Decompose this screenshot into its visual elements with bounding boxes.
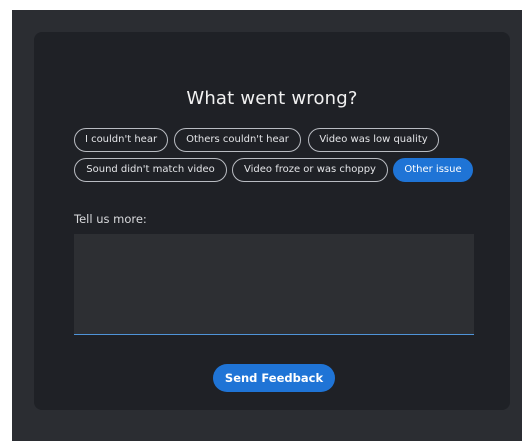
option-couldnt-hear[interactable]: I couldn't hear [74, 128, 168, 152]
send-feedback-button[interactable]: Send Feedback [213, 364, 335, 392]
option-video-froze[interactable]: Video froze or was choppy [232, 158, 388, 182]
option-video-low-quality[interactable]: Video was low quality [308, 128, 439, 152]
option-other-issue[interactable]: Other issue [393, 158, 473, 182]
option-others-couldnt-hear[interactable]: Others couldn't hear [174, 128, 301, 152]
details-textarea[interactable] [74, 234, 474, 335]
feedback-backdrop: What went wrong? I couldn't hear Others … [12, 10, 522, 441]
details-label: Tell us more: [74, 212, 147, 226]
option-sound-mismatch[interactable]: Sound didn't match video [74, 158, 227, 182]
feedback-dialog: What went wrong? I couldn't hear Others … [34, 32, 510, 410]
